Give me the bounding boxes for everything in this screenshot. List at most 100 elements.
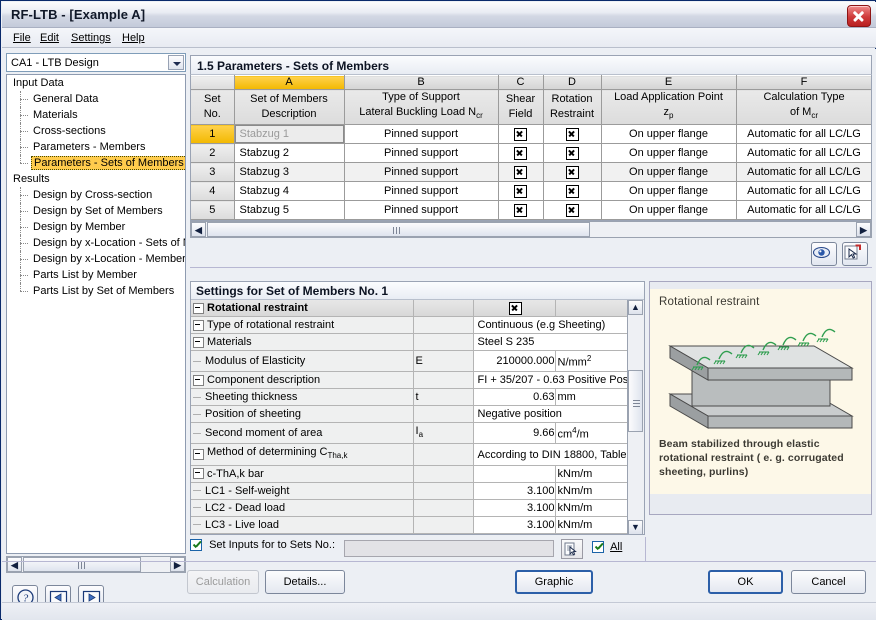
cell-rotation-restraint[interactable]: [543, 143, 602, 163]
checkbox-x-icon[interactable]: [565, 203, 579, 217]
table-row[interactable]: 5 Stabzug 5 Pinned support On upper flan…: [191, 200, 871, 220]
scrollbar-thumb[interactable]: [207, 222, 590, 237]
collapse-icon[interactable]: [193, 449, 204, 460]
tree-item-cross-sections[interactable]: Cross-sections: [7, 123, 185, 139]
settings-row[interactable]: LC1 - Self-weight 3.100 kNm/m: [191, 482, 629, 500]
checkbox-x-icon[interactable]: [508, 301, 522, 315]
scroll-right-icon[interactable]: ▶: [856, 222, 871, 237]
ok-button[interactable]: OK: [708, 570, 783, 594]
cell-rotation-restraint[interactable]: [543, 124, 602, 144]
chevron-down-icon[interactable]: [168, 55, 184, 70]
cell-description[interactable]: Stabzug 4: [234, 181, 345, 201]
checkbox-x-icon[interactable]: [565, 184, 579, 198]
column-letter-b[interactable]: B: [344, 75, 499, 90]
cell-calculation-type[interactable]: Automatic for all LC/LG: [736, 124, 871, 144]
checkbox-x-icon[interactable]: [565, 165, 579, 179]
settings-name[interactable]: Component description: [191, 371, 414, 390]
cell-shear-field[interactable]: [498, 124, 544, 144]
table-row[interactable]: 4 Stabzug 4 Pinned support On upper flan…: [191, 181, 871, 201]
cell-description[interactable]: Stabzug 5: [234, 200, 345, 220]
settings-value[interactable]: Negative position: [473, 405, 629, 424]
scroll-left-icon[interactable]: ◀: [191, 222, 206, 237]
checkbox-x-icon[interactable]: [514, 165, 527, 179]
cell-load-application-point[interactable]: On upper flange: [601, 181, 737, 201]
collapse-icon[interactable]: [193, 302, 204, 314]
settings-row[interactable]: Type of rotational restraint Continuous …: [191, 316, 629, 335]
select-sets-button[interactable]: [561, 539, 583, 559]
tree-item-materials[interactable]: Materials: [7, 107, 185, 123]
table-row[interactable]: 3 Stabzug 3 Pinned support On upper flan…: [191, 162, 871, 182]
cell-shear-field[interactable]: [498, 181, 544, 201]
tree-item-design-by-x-location-sets[interactable]: Design by x-Location - Sets of N: [7, 235, 185, 251]
cell-shear-field[interactable]: [498, 200, 544, 220]
checkbox-x-icon[interactable]: [514, 146, 527, 160]
tree-item-parameters-members[interactable]: Parameters - Members: [7, 139, 185, 155]
cell-calculation-type[interactable]: Automatic for all LC/LG: [736, 143, 871, 163]
menu-item-file[interactable]: File: [8, 31, 36, 45]
cell-type-of-support[interactable]: Pinned support: [344, 181, 499, 201]
table-horizontal-scrollbar[interactable]: ◀ ▶: [190, 221, 872, 238]
row-number[interactable]: 4: [191, 181, 235, 201]
cell-description[interactable]: Stabzug 1: [234, 124, 345, 144]
calculation-button[interactable]: Calculation: [187, 570, 259, 594]
tree-item-design-by-x-location-members[interactable]: Design by x-Location - Member:: [7, 251, 185, 267]
collapse-icon[interactable]: [193, 468, 204, 480]
cell-rotation-restraint[interactable]: [543, 181, 602, 201]
row-number[interactable]: 1: [191, 124, 235, 144]
cell-calculation-type[interactable]: Automatic for all LC/LG: [736, 162, 871, 182]
cancel-button[interactable]: Cancel: [791, 570, 866, 594]
cell-type-of-support[interactable]: Pinned support: [344, 143, 499, 163]
tree-group-input-data[interactable]: Input Data: [7, 75, 185, 91]
tree-item-parts-list-by-member[interactable]: Parts List by Member: [7, 267, 185, 283]
cell-calculation-type[interactable]: Automatic for all LC/LG: [736, 181, 871, 201]
collapse-icon[interactable]: [193, 336, 204, 348]
cell-type-of-support[interactable]: Pinned support: [344, 124, 499, 144]
navigation-tree[interactable]: Input Data General Data Materials Cross-…: [6, 74, 186, 554]
tree-item-design-by-set-of-members[interactable]: Design by Set of Members: [7, 203, 185, 219]
settings-table[interactable]: Rotational restraint Type of rotational …: [191, 300, 629, 534]
settings-row[interactable]: c-ThA,k bar kNm/m: [191, 465, 629, 483]
settings-row[interactable]: LC2 - Dead load 3.100 kNm/m: [191, 499, 629, 517]
settings-value[interactable]: [473, 465, 556, 483]
cell-load-application-point[interactable]: On upper flange: [601, 143, 737, 163]
checkbox-x-icon[interactable]: [514, 184, 527, 198]
design-case-combobox[interactable]: CA1 - LTB Design: [6, 53, 186, 72]
settings-row[interactable]: Second moment of area Ia 9.66 cm4/m: [191, 422, 629, 445]
menu-item-edit[interactable]: Edit: [35, 31, 64, 45]
row-number[interactable]: 5: [191, 200, 235, 220]
settings-value[interactable]: Continuous (e.g Sheeting): [473, 316, 629, 335]
tree-item-parts-list-by-set-of-members[interactable]: Parts List by Set of Members: [7, 283, 185, 299]
column-letter-d[interactable]: D: [543, 75, 602, 90]
cell-load-application-point[interactable]: On upper flange: [601, 162, 737, 182]
settings-name[interactable]: Method of determining CTha,k: [191, 443, 414, 466]
cell-rotation-restraint[interactable]: [543, 200, 602, 220]
sets-of-members-table[interactable]: A B C D E F Set No. Set of Members Descr…: [190, 74, 872, 221]
cell-type-of-support[interactable]: Pinned support: [344, 162, 499, 182]
tree-item-general-data[interactable]: General Data: [7, 91, 185, 107]
set-inputs-checkbox[interactable]: [190, 539, 202, 552]
checkbox-x-icon[interactable]: [514, 203, 527, 217]
checkbox-x-icon[interactable]: [565, 146, 579, 160]
graphic-button[interactable]: Graphic: [515, 570, 593, 594]
column-letter-c[interactable]: C: [498, 75, 544, 90]
settings-value[interactable]: FI + 35/207 - 0.63 Positive Posi: [473, 371, 629, 390]
settings-row[interactable]: Component description FI + 35/207 - 0.63…: [191, 371, 629, 390]
settings-vertical-scrollbar[interactable]: ▲ ▼: [627, 300, 644, 534]
settings-name[interactable]: Materials: [191, 333, 414, 352]
table-row[interactable]: 2 Stabzug 2 Pinned support On upper flan…: [191, 143, 871, 163]
column-letter-e[interactable]: E: [601, 75, 737, 90]
settings-row[interactable]: Modulus of Elasticity E 210000.000 N/mm2: [191, 350, 629, 372]
settings-value[interactable]: According to DIN 18800, Table: [473, 443, 629, 466]
row-number[interactable]: 3: [191, 162, 235, 182]
settings-row[interactable]: Position of sheeting Negative position: [191, 405, 629, 424]
settings-row[interactable]: LC4 - Snow 3.100 kNm/m: [191, 533, 629, 534]
settings-value[interactable]: Steel S 235: [473, 333, 629, 352]
settings-name[interactable]: Type of rotational restraint: [191, 316, 414, 335]
settings-value[interactable]: 3.100: [473, 516, 556, 534]
tree-item-design-by-member[interactable]: Design by Member: [7, 219, 185, 235]
table-row[interactable]: 1 Stabzug 1 Pinned support On upper flan…: [191, 124, 871, 144]
settings-value[interactable]: 210000.000: [473, 350, 556, 372]
settings-row[interactable]: Materials Steel S 235: [191, 333, 629, 352]
settings-value[interactable]: 3.100: [473, 499, 556, 517]
close-icon[interactable]: [847, 5, 871, 27]
